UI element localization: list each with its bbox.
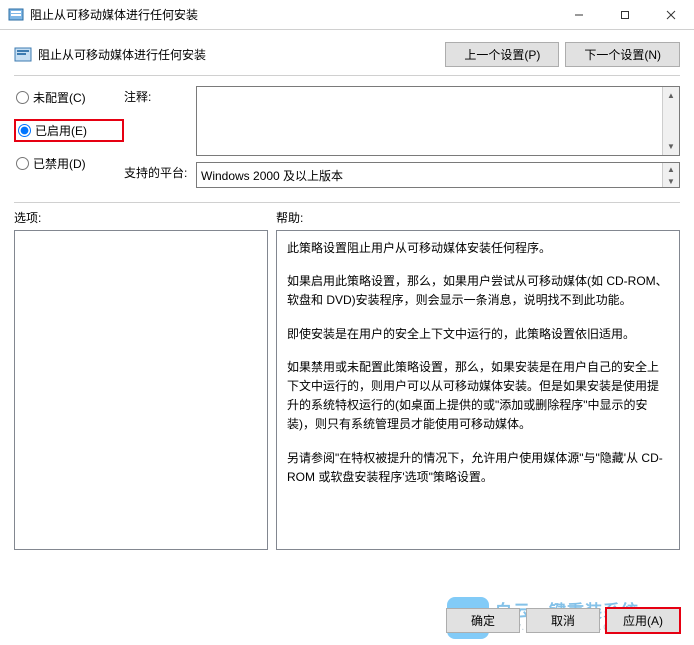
comment-field[interactable] — [197, 87, 662, 155]
panel-labels: 选项: 帮助: — [0, 203, 694, 230]
ok-button[interactable]: 确定 — [446, 608, 520, 633]
window-controls — [556, 0, 694, 29]
help-text: 另请参阅"在特权被提升的情况下，允许用户使用媒体源"与"隐藏'从 CD-ROM … — [287, 449, 669, 487]
panels: 此策略设置阻止用户从可移动媒体安装任何程序。 如果启用此策略设置，那么，如果用户… — [0, 230, 694, 550]
maximize-button[interactable] — [602, 0, 648, 29]
policy-name: 阻止从可移动媒体进行任何安装 — [38, 46, 439, 63]
help-label: 帮助: — [276, 209, 303, 226]
minimize-button[interactable] — [556, 0, 602, 29]
config-area: 未配置(C) 已启用(E) 已禁用(D) 注释: ▲ ▼ 支持的平台: — [0, 76, 694, 202]
radio-not-configured-input[interactable] — [16, 91, 29, 104]
help-text: 此策略设置阻止用户从可移动媒体安装任何程序。 — [287, 239, 669, 258]
scroll-down-icon[interactable]: ▼ — [663, 175, 679, 187]
help-panel: 此策略设置阻止用户从可移动媒体安装任何程序。 如果启用此策略设置，那么，如果用户… — [276, 230, 680, 550]
policy-icon — [14, 46, 32, 64]
platform-scrollbar[interactable]: ▲ ▼ — [662, 163, 679, 187]
comment-row: 注释: ▲ ▼ — [124, 86, 680, 156]
radio-enabled[interactable]: 已启用(E) — [14, 119, 124, 142]
cancel-button[interactable]: 取消 — [526, 608, 600, 633]
platform-label: 支持的平台: — [124, 162, 196, 188]
radio-enabled-input[interactable] — [18, 124, 31, 137]
comment-field-wrap: ▲ ▼ — [196, 86, 680, 156]
radio-group: 未配置(C) 已启用(E) 已禁用(D) — [14, 86, 124, 194]
platform-field: Windows 2000 及以上版本 — [197, 163, 662, 187]
options-panel — [14, 230, 268, 550]
comment-label: 注释: — [124, 86, 196, 156]
help-text: 即使安装是在用户的安全上下文中运行的，此策略设置依旧适用。 — [287, 325, 669, 344]
options-label: 选项: — [14, 209, 276, 226]
scroll-up-icon[interactable]: ▲ — [663, 163, 679, 175]
close-button[interactable] — [648, 0, 694, 29]
dialog-footer: 确定 取消 应用(A) — [0, 598, 694, 645]
comment-scrollbar[interactable]: ▲ ▼ — [662, 87, 679, 155]
platform-row: 支持的平台: Windows 2000 及以上版本 ▲ ▼ — [124, 162, 680, 188]
platform-field-wrap: Windows 2000 及以上版本 ▲ ▼ — [196, 162, 680, 188]
titlebar: 阻止从可移动媒体进行任何安装 — [0, 0, 694, 30]
help-text: 如果启用此策略设置，那么，如果用户尝试从可移动媒体(如 CD-ROM、软盘和 D… — [287, 272, 669, 310]
meta-column: 注释: ▲ ▼ 支持的平台: Windows 2000 及以上版本 ▲ ▼ — [124, 86, 680, 194]
help-text: 如果禁用或未配置此策略设置，那么，如果安装是在用户自己的安全上下文中运行的，则用… — [287, 358, 669, 435]
radio-disabled[interactable]: 已禁用(D) — [14, 154, 124, 173]
apply-button[interactable]: 应用(A) — [606, 608, 680, 633]
radio-not-configured[interactable]: 未配置(C) — [14, 88, 124, 107]
scroll-up-icon[interactable]: ▲ — [663, 87, 679, 104]
app-icon — [8, 7, 24, 23]
header: 阻止从可移动媒体进行任何安装 上一个设置(P) 下一个设置(N) — [0, 30, 694, 75]
previous-setting-button[interactable]: 上一个设置(P) — [445, 42, 559, 67]
scroll-down-icon[interactable]: ▼ — [663, 138, 679, 155]
window-title: 阻止从可移动媒体进行任何安装 — [30, 6, 556, 23]
radio-disabled-input[interactable] — [16, 157, 29, 170]
next-setting-button[interactable]: 下一个设置(N) — [565, 42, 680, 67]
